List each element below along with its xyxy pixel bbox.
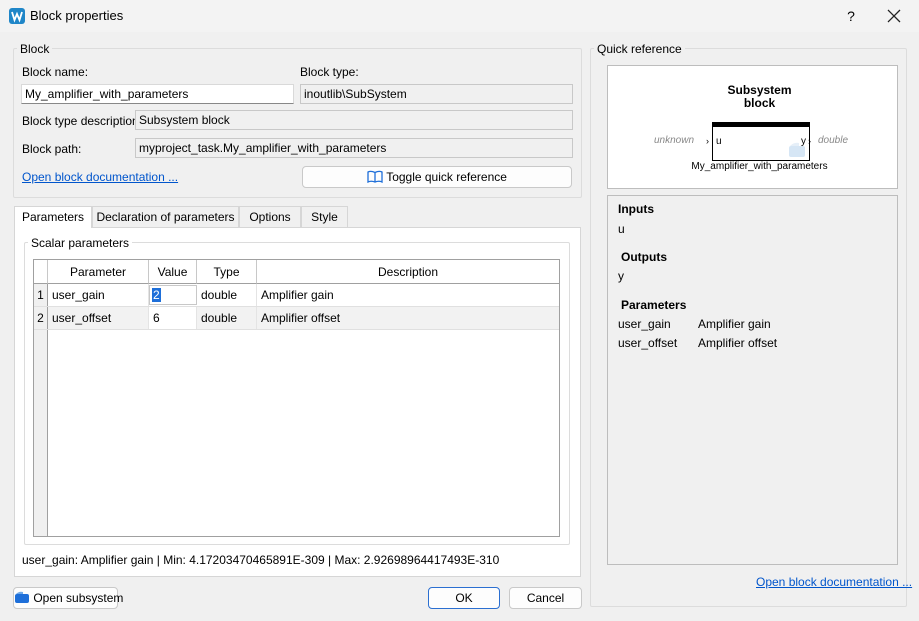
- block-desc-field: Subsystem block: [135, 110, 573, 130]
- diagram-input-type: unknown: [654, 135, 695, 146]
- open-subsystem-button[interactable]: Open subsystem: [13, 587, 123, 609]
- param-name-cell[interactable]: user_offset: [48, 307, 149, 329]
- param-ref-desc: Amplifier gain: [698, 317, 771, 331]
- status-line: user_gain: Amplifier gain | Min: 4.17203…: [22, 553, 500, 567]
- table-row[interactable]: 1 user_gain 2 double Amplifier gain: [34, 284, 559, 307]
- param-desc-cell[interactable]: Amplifier gain: [257, 284, 559, 306]
- col-header-description[interactable]: Description: [257, 260, 559, 284]
- block-desc-label: Block type description:: [22, 114, 143, 128]
- table-corner: [34, 260, 48, 284]
- param-value-cell[interactable]: 6: [149, 307, 197, 329]
- app-logo-icon: [9, 8, 25, 24]
- outputs-value: y: [618, 269, 624, 283]
- close-icon: [887, 9, 901, 23]
- tab-options[interactable]: Options: [239, 206, 301, 227]
- window-title: Block properties: [30, 8, 124, 23]
- toggle-quick-ref-button[interactable]: Toggle quick reference: [302, 166, 572, 188]
- col-header-value[interactable]: Value: [149, 260, 197, 284]
- inputs-value: u: [618, 222, 625, 236]
- subsystem-watermark-icon: [789, 142, 805, 157]
- param-ref-name: user_gain: [618, 317, 671, 331]
- param-desc-cell[interactable]: Amplifier offset: [257, 307, 559, 329]
- block-type-label: Block type:: [300, 65, 359, 79]
- open-subsystem-label: Open subsystem: [33, 591, 124, 605]
- subsystem-icon: [15, 591, 29, 603]
- block-group-title: Block: [17, 42, 53, 56]
- quick-ref-doc-link[interactable]: Open block documentation ...: [756, 574, 912, 590]
- param-ref-name: user_offset: [618, 336, 678, 350]
- block-path-field: myproject_task.My_amplifier_with_paramet…: [135, 138, 573, 158]
- block-name-label: Block name:: [22, 65, 89, 79]
- book-icon: [367, 170, 383, 184]
- param-type-cell[interactable]: double: [197, 307, 257, 329]
- close-button[interactable]: [880, 5, 908, 27]
- cancel-button[interactable]: Cancel: [509, 587, 582, 609]
- block-type-field: inoutlib\SubSystem: [300, 84, 573, 104]
- open-doc-link[interactable]: Open block documentation ...: [22, 169, 178, 185]
- diagram-block-shape: u y: [712, 122, 810, 161]
- diagram-title-line-2: block: [743, 96, 776, 110]
- help-button[interactable]: ?: [840, 5, 862, 27]
- quick-ref-info: Inputs u Outputs y Parameters user_gain …: [607, 195, 898, 565]
- tab-parameters[interactable]: Parameters: [14, 206, 92, 228]
- diagram-output-type: double: [818, 135, 849, 146]
- param-value-input[interactable]: 2: [149, 285, 197, 305]
- quick-ref-diagram: Subsystem block u y unknown › › double M…: [607, 65, 898, 189]
- param-ref-desc: Amplifier offset: [698, 336, 778, 350]
- parameters-table[interactable]: Parameter Value Type Description 1 user_…: [33, 259, 560, 537]
- block-name-input[interactable]: My_amplifier_with_parameters: [21, 84, 294, 104]
- tab-style[interactable]: Style: [301, 206, 348, 227]
- diagram-block-title: Subsystem block: [608, 84, 911, 110]
- param-type-cell[interactable]: double: [197, 284, 257, 306]
- row-number: 1: [34, 284, 48, 306]
- block-path-label: Block path:: [22, 142, 82, 156]
- input-arrow-icon: ›: [706, 136, 709, 146]
- param-value-text: 2: [152, 288, 161, 302]
- output-arrow-icon: ›: [808, 136, 811, 146]
- col-header-type[interactable]: Type: [197, 260, 257, 284]
- inputs-heading: Inputs: [618, 202, 654, 216]
- table-row[interactable]: 2 user_offset 6 double Amplifier offset: [34, 307, 559, 330]
- toggle-quick-ref-label: Toggle quick reference: [386, 170, 507, 184]
- row-header-strip: [34, 330, 48, 536]
- diagram-block-name: My_amplifier_with_parameters: [691, 161, 828, 172]
- scalar-params-title: Scalar parameters: [28, 236, 133, 250]
- parameters-heading: Parameters: [621, 298, 687, 312]
- tab-declaration-of-parameters[interactable]: Declaration of parameters: [92, 206, 239, 227]
- ok-button[interactable]: OK: [428, 587, 500, 609]
- quick-ref-title: Quick reference: [594, 42, 685, 56]
- col-header-parameter[interactable]: Parameter: [48, 260, 149, 284]
- title-bar: Block properties ?: [0, 0, 919, 32]
- outputs-heading: Outputs: [621, 250, 667, 264]
- diagram-port-in: u: [716, 136, 722, 147]
- row-number: 2: [34, 307, 48, 329]
- param-name-cell[interactable]: user_gain: [48, 284, 149, 306]
